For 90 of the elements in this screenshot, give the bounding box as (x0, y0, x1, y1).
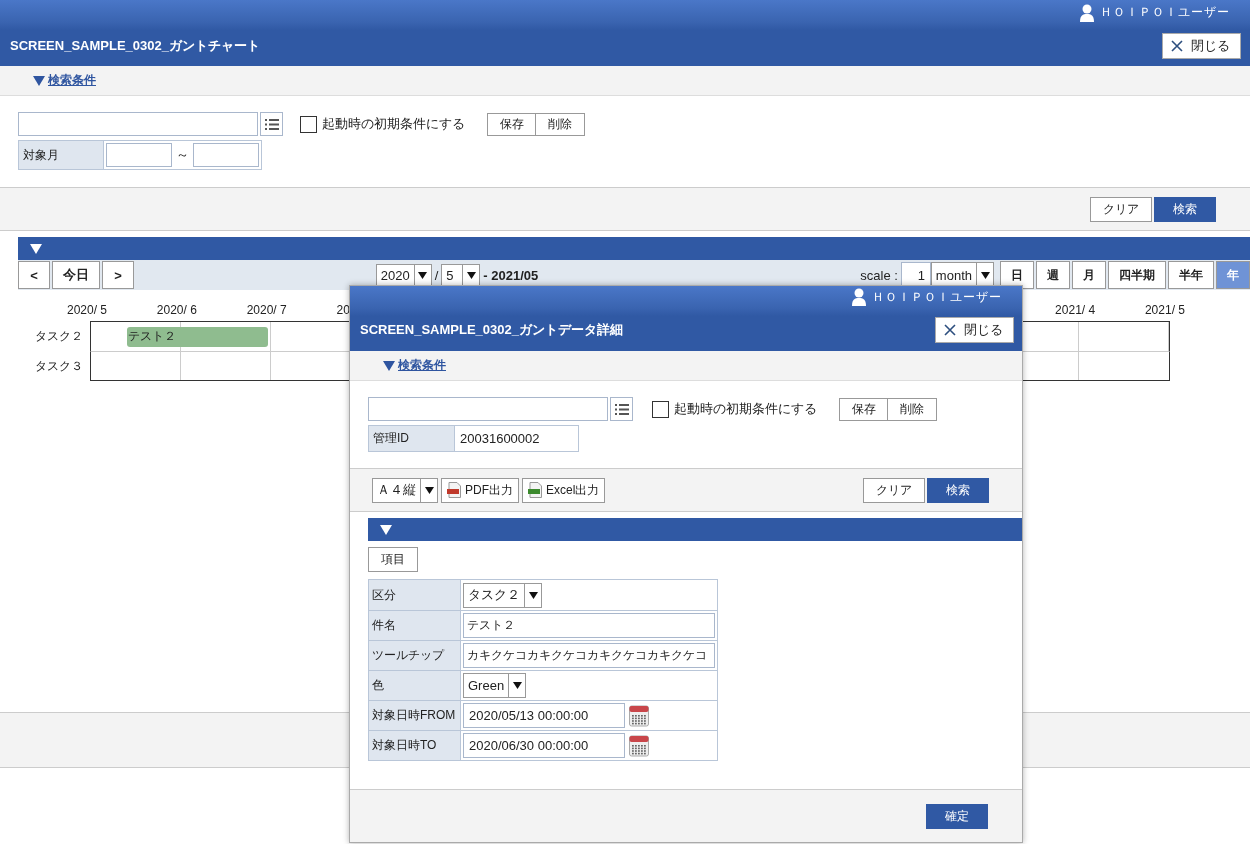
scale-tab[interactable]: 週 (1036, 261, 1070, 289)
text-field[interactable]: カキクケコカキクケコカキクケコカキクケコ (463, 643, 715, 668)
month-to-field[interactable] (193, 143, 259, 167)
scale-tab[interactable]: 日 (1000, 261, 1034, 289)
search-button[interactable]: 検索 (927, 477, 989, 503)
month-label: 2021/ 4 (1055, 303, 1096, 317)
date-field[interactable]: 2020/06/30 00:00:00 (463, 733, 625, 758)
month-label: 2020/ 7 (246, 303, 287, 317)
window-title: SCREEN_SAMPLE_0302_ガントチャート (10, 36, 260, 55)
caret-icon (528, 591, 538, 599)
month-label: 20 (336, 303, 350, 317)
excel-export-button[interactable]: Excel出力 (522, 477, 606, 503)
date-field[interactable]: 2020/05/13 00:00:00 (463, 703, 625, 728)
date-separator: / (434, 267, 439, 283)
today-button[interactable]: 今日 (52, 261, 100, 289)
close-button[interactable]: 閉じる (935, 316, 1014, 343)
checkbox-label: 起動時の初期条件にする (674, 400, 817, 418)
month-label: 2021/ 5 (1144, 303, 1185, 317)
next-button[interactable]: > (102, 261, 134, 289)
user-icon (1080, 3, 1094, 22)
range-separator: ～ (176, 146, 189, 164)
end-date: - 2021/05 (483, 267, 539, 283)
caret-icon (424, 486, 434, 494)
pdf-file-icon (447, 482, 461, 498)
previous-button[interactable]: < (18, 261, 50, 289)
spreadsheet-file-icon (528, 482, 542, 498)
save-button[interactable]: 保存 (839, 397, 888, 421)
close-icon (1171, 39, 1183, 52)
month-label: 2020/ 5 (67, 303, 108, 317)
list-icon (264, 118, 279, 130)
id-value: 20031600002 (459, 431, 540, 446)
confirm-button[interactable]: 確定 (926, 803, 988, 829)
scale-label: scale : (860, 267, 898, 283)
scale-tab[interactable]: 四半期 (1108, 261, 1166, 289)
expanded-triangle-icon[interactable] (33, 75, 45, 86)
clear-button[interactable]: クリア (863, 477, 925, 503)
task-label: タスク２ (34, 327, 84, 345)
checkbox-label: 起動時の初期条件にする (322, 115, 465, 133)
caret-icon (980, 271, 990, 279)
list-button[interactable] (260, 112, 283, 136)
user-icon (852, 288, 866, 306)
month-label: 2020/ 6 (156, 303, 197, 317)
text-field[interactable]: テスト２ (463, 613, 715, 638)
save-button[interactable]: 保存 (487, 112, 536, 136)
user-name: ＨＯＩＰＯＩユーザー (872, 288, 1002, 306)
collapse-triangle-icon (30, 243, 42, 254)
checkbox[interactable] (652, 400, 669, 418)
scale-field[interactable]: 1 (900, 262, 931, 288)
expanded-triangle-icon[interactable] (383, 360, 395, 371)
start-year-select[interactable]: 2020 (375, 264, 432, 286)
list-button[interactable] (610, 397, 633, 421)
close-icon (944, 323, 956, 336)
field-label: 色 (369, 671, 461, 700)
dialog-title: SCREEN_SAMPLE_0302_ガントデータ詳細 (360, 320, 623, 339)
close-button[interactable]: 閉じる (1162, 32, 1241, 59)
field-label: 対象日時FROM (369, 701, 461, 730)
items-button[interactable]: 項目 (368, 547, 418, 572)
start-period-select[interactable]: 5 (441, 264, 481, 286)
month-from-field[interactable] (106, 143, 172, 167)
pdf-export-button[interactable]: PDF出力 (441, 477, 519, 503)
condition-name-field[interactable] (18, 112, 258, 136)
scale-tab[interactable]: 月 (1072, 261, 1106, 289)
caret-icon (466, 271, 476, 279)
checkbox[interactable] (300, 115, 317, 133)
delete-button[interactable]: 削除 (536, 112, 585, 136)
scale-tab[interactable]: 半年 (1168, 261, 1214, 289)
field-label: 対象日時TO (369, 731, 461, 760)
gantt-bar[interactable]: テスト２ (127, 327, 268, 347)
caret-icon (418, 271, 428, 279)
field-label: 管理ID (369, 426, 455, 451)
calendar-icon[interactable] (629, 704, 649, 727)
dropdown[interactable]: Green (463, 673, 527, 698)
delete-button[interactable]: 削除 (888, 397, 937, 421)
field-label: 件名 (369, 611, 461, 640)
clear-button[interactable]: クリア (1090, 196, 1152, 222)
paper-select[interactable]: Ａ４縦 (372, 477, 438, 503)
field-label: 区分 (369, 580, 461, 610)
dropdown[interactable]: タスク２ (463, 582, 542, 608)
search-button[interactable]: 検索 (1154, 196, 1216, 222)
list-icon (614, 403, 629, 415)
caret-icon (512, 682, 522, 689)
condition-name-field[interactable] (368, 397, 608, 421)
field-label: 対象月 (19, 141, 104, 169)
collapse-triangle-icon (380, 524, 392, 535)
search-conditions-link[interactable]: 検索条件 (48, 72, 96, 89)
field-label: ツールチップ (369, 641, 461, 670)
task-label: タスク３ (34, 357, 84, 375)
user-name: ＨＯＩＰＯＩユーザー (1100, 4, 1230, 21)
calendar-icon[interactable] (629, 734, 649, 757)
search-conditions-link[interactable]: 検索条件 (398, 357, 446, 374)
